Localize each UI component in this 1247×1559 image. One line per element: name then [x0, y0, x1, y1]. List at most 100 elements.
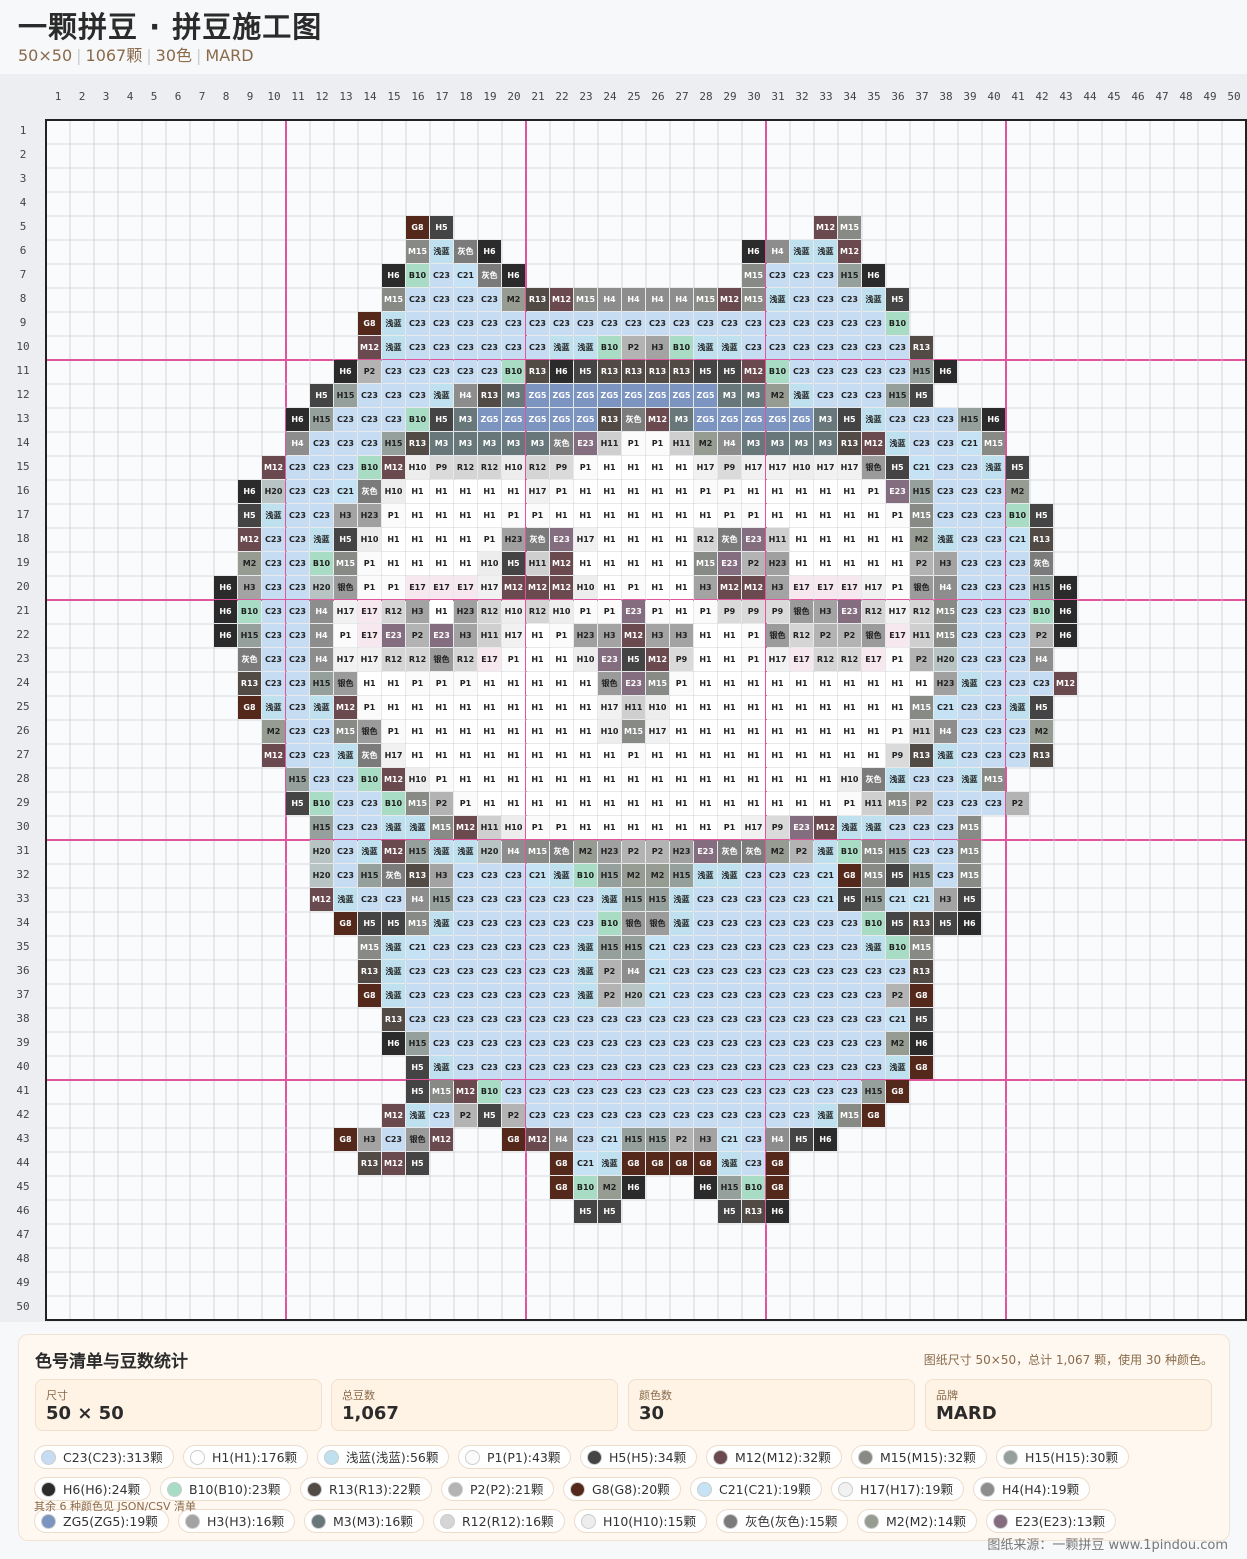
bead-cell[interactable]: C23 — [454, 864, 477, 887]
bead-cell[interactable]: C23 — [670, 936, 693, 959]
bead-cell[interactable]: C23 — [790, 1008, 813, 1031]
bead-cell[interactable]: H10 — [550, 600, 573, 623]
bead-cell[interactable]: H5 — [286, 792, 309, 815]
bead-cell[interactable]: H15 — [310, 408, 333, 431]
bead-cell[interactable]: 灰色 — [718, 528, 741, 551]
bead-cell[interactable]: H5 — [886, 864, 909, 887]
bead-cell[interactable]: M12 — [838, 240, 861, 263]
bead-cell[interactable]: H15 — [286, 768, 309, 791]
bead-cell[interactable]: P1 — [382, 720, 405, 743]
bead-cell[interactable]: H17 — [646, 720, 669, 743]
bead-cell[interactable]: H4 — [286, 432, 309, 455]
bead-cell[interactable]: M12 — [526, 576, 549, 599]
bead-cell[interactable]: C23 — [982, 672, 1005, 695]
bead-cell[interactable]: B10 — [502, 360, 525, 383]
bead-cell[interactable]: H5 — [910, 1008, 933, 1031]
bead-cell[interactable]: H1 — [814, 720, 837, 743]
bead-cell[interactable]: P1 — [430, 672, 453, 695]
bead-cell[interactable]: C23 — [742, 336, 765, 359]
bead-cell[interactable]: 灰色 — [550, 840, 573, 863]
bead-cell[interactable]: M2 — [1006, 480, 1029, 503]
bead-cell[interactable]: H6 — [502, 264, 525, 287]
bead-cell[interactable]: H1 — [526, 672, 549, 695]
bead-cell[interactable]: C23 — [790, 864, 813, 887]
bead-cell[interactable]: H1 — [430, 744, 453, 767]
bead-cell[interactable]: C23 — [1006, 600, 1029, 623]
bead-cell[interactable]: H15 — [958, 408, 981, 431]
bead-cell[interactable]: R13 — [670, 360, 693, 383]
bead-cell[interactable]: ZG5 — [718, 408, 741, 431]
bead-cell[interactable]: C23 — [286, 648, 309, 671]
bead-cell[interactable]: R12 — [454, 456, 477, 479]
bead-cell[interactable]: H5 — [886, 912, 909, 935]
bead-cell[interactable]: M12 — [718, 576, 741, 599]
bead-cell[interactable]: M12 — [646, 648, 669, 671]
bead-cell[interactable]: M15 — [838, 216, 861, 239]
bead-cell[interactable]: C23 — [982, 624, 1005, 647]
bead-cell[interactable]: H10 — [574, 648, 597, 671]
bead-cell[interactable]: H10 — [502, 456, 525, 479]
bead-cell[interactable]: H5 — [310, 384, 333, 407]
bead-cell[interactable]: C23 — [574, 1104, 597, 1127]
bead-cell[interactable]: G8 — [838, 864, 861, 887]
bead-cell[interactable]: H17 — [334, 600, 357, 623]
bead-cell[interactable]: 浅蓝 — [862, 288, 885, 311]
bead-cell[interactable]: M15 — [958, 840, 981, 863]
bead-cell[interactable]: C23 — [622, 1080, 645, 1103]
bead-cell[interactable]: M12 — [382, 1104, 405, 1127]
bead-cell[interactable]: C23 — [622, 1104, 645, 1127]
bead-cell[interactable]: G8 — [550, 1176, 573, 1199]
bead-cell[interactable]: C23 — [502, 864, 525, 887]
bead-cell[interactable]: C23 — [814, 1080, 837, 1103]
bead-cell[interactable]: R13 — [598, 408, 621, 431]
bead-cell[interactable]: C23 — [526, 1080, 549, 1103]
bead-cell[interactable]: C23 — [718, 984, 741, 1007]
bead-cell[interactable]: 银色 — [334, 672, 357, 695]
bead-cell[interactable]: C23 — [478, 1032, 501, 1055]
bead-cell[interactable]: H1 — [838, 504, 861, 527]
bead-cell[interactable]: R12 — [478, 600, 501, 623]
bead-cell[interactable]: C23 — [454, 312, 477, 335]
bead-cell[interactable]: H1 — [766, 744, 789, 767]
bead-cell[interactable]: H1 — [646, 792, 669, 815]
bead-cell[interactable]: C23 — [814, 384, 837, 407]
bead-cell[interactable]: M15 — [694, 552, 717, 575]
bead-cell[interactable]: M15 — [622, 720, 645, 743]
bead-cell[interactable]: C23 — [910, 432, 933, 455]
bead-cell[interactable]: R13 — [358, 1152, 381, 1175]
bead-cell[interactable]: H11 — [766, 528, 789, 551]
bead-cell[interactable]: C23 — [934, 432, 957, 455]
bead-cell[interactable]: C23 — [958, 456, 981, 479]
bead-cell[interactable]: E17 — [814, 576, 837, 599]
bead-cell[interactable]: H3 — [334, 504, 357, 527]
bead-cell[interactable]: R13 — [406, 432, 429, 455]
bead-cell[interactable]: B10 — [310, 792, 333, 815]
bead-cell[interactable]: 浅蓝 — [430, 840, 453, 863]
bead-cell[interactable]: M12 — [550, 288, 573, 311]
bead-cell[interactable]: H5 — [406, 1152, 429, 1175]
bead-cell[interactable]: C23 — [478, 888, 501, 911]
bead-cell[interactable]: H15 — [646, 1128, 669, 1151]
bead-cell[interactable]: C23 — [598, 1032, 621, 1055]
bead-cell[interactable]: R13 — [478, 384, 501, 407]
bead-cell[interactable]: P1 — [598, 600, 621, 623]
bead-cell[interactable]: H1 — [910, 672, 933, 695]
bead-cell[interactable]: C23 — [478, 288, 501, 311]
bead-cell[interactable]: H4 — [502, 840, 525, 863]
bead-cell[interactable]: H4 — [550, 1128, 573, 1151]
bead-cell[interactable]: C23 — [790, 1056, 813, 1079]
bead-cell[interactable]: C23 — [742, 1032, 765, 1055]
bead-cell[interactable]: B10 — [670, 336, 693, 359]
bead-cell[interactable]: E17 — [406, 576, 429, 599]
bead-cell[interactable]: C23 — [550, 984, 573, 1007]
bead-cell[interactable]: C23 — [382, 360, 405, 383]
bead-cell[interactable]: H17 — [358, 648, 381, 671]
bead-cell[interactable]: C23 — [478, 912, 501, 935]
bead-cell[interactable]: H15 — [310, 672, 333, 695]
bead-cell[interactable]: C23 — [742, 936, 765, 959]
bead-cell[interactable]: R12 — [478, 456, 501, 479]
bead-cell[interactable]: H6 — [334, 360, 357, 383]
bead-cell[interactable]: C23 — [958, 720, 981, 743]
bead-cell[interactable]: H15 — [382, 432, 405, 455]
bead-cell[interactable]: C23 — [598, 312, 621, 335]
